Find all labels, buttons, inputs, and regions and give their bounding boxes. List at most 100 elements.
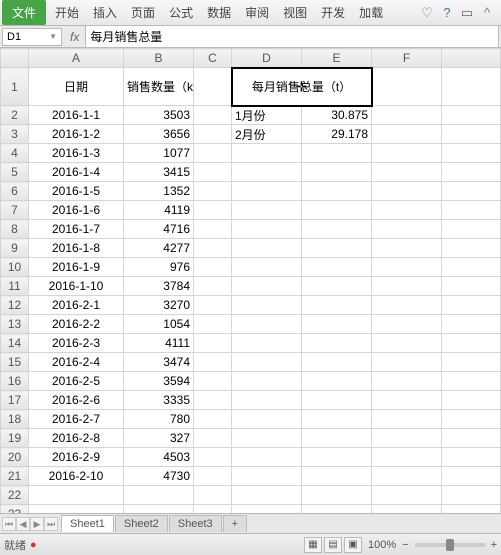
cell[interactable] — [124, 486, 194, 505]
cell[interactable] — [372, 125, 442, 144]
col-header-b[interactable]: B — [124, 49, 194, 68]
cell[interactable] — [232, 315, 302, 334]
cell[interactable] — [372, 315, 442, 334]
cell[interactable] — [232, 505, 302, 514]
cell[interactable] — [302, 239, 372, 258]
cell[interactable] — [29, 505, 124, 514]
cell[interactable] — [372, 296, 442, 315]
cell[interactable] — [372, 258, 442, 277]
chevron-down-icon[interactable]: ▼ — [49, 32, 57, 41]
cell[interactable] — [372, 353, 442, 372]
cell[interactable] — [194, 239, 232, 258]
cell[interactable] — [124, 505, 194, 514]
cell[interactable] — [302, 429, 372, 448]
view-layout-icon[interactable]: ▤ — [324, 537, 342, 553]
name-box[interactable]: D1 ▼ — [2, 28, 62, 46]
menu-review[interactable]: 审阅 — [238, 0, 276, 25]
cell[interactable]: 2016-1-9 — [29, 258, 124, 277]
cell[interactable] — [442, 372, 501, 391]
cell[interactable] — [194, 372, 232, 391]
cell[interactable] — [372, 182, 442, 201]
sheet-tab-2[interactable]: Sheet2 — [115, 515, 168, 532]
col-header-e[interactable]: E — [302, 49, 372, 68]
cell[interactable]: 2016-1-7 — [29, 220, 124, 239]
row-header[interactable]: 21 — [1, 467, 29, 486]
cell[interactable] — [372, 505, 442, 514]
row-header[interactable]: 11 — [1, 277, 29, 296]
zoom-out-icon[interactable]: − — [402, 539, 408, 551]
cell[interactable]: 29.178 — [302, 125, 372, 144]
select-all-corner[interactable] — [1, 49, 29, 68]
menu-dev[interactable]: 开发 — [314, 0, 352, 25]
cell[interactable] — [232, 334, 302, 353]
cell[interactable] — [302, 296, 372, 315]
cell[interactable] — [194, 486, 232, 505]
cell[interactable] — [372, 106, 442, 125]
view-normal-icon[interactable]: ▦ — [304, 537, 322, 553]
cell[interactable] — [232, 353, 302, 372]
cell-b1[interactable]: 销售数量（kg） — [124, 68, 194, 106]
cell[interactable] — [442, 220, 501, 239]
cell[interactable] — [372, 467, 442, 486]
cell[interactable] — [302, 277, 372, 296]
cell[interactable] — [232, 258, 302, 277]
sheet-tab-add[interactable]: + — [223, 515, 247, 532]
cell[interactable] — [372, 144, 442, 163]
tab-last-icon[interactable]: ⏭ — [44, 517, 58, 531]
cell[interactable] — [194, 296, 232, 315]
cell[interactable] — [232, 429, 302, 448]
cell[interactable]: 4716 — [124, 220, 194, 239]
fx-icon[interactable]: fx — [64, 30, 85, 44]
row-header[interactable]: 3 — [1, 125, 29, 144]
menu-view[interactable]: 视图 — [276, 0, 314, 25]
cell[interactable]: 2016-1-4 — [29, 163, 124, 182]
chevron-up-icon[interactable]: ^ — [479, 5, 495, 21]
cell[interactable] — [302, 486, 372, 505]
row-header[interactable]: 15 — [1, 353, 29, 372]
cell[interactable] — [442, 163, 501, 182]
cell[interactable]: 3335 — [124, 391, 194, 410]
cell[interactable]: 3474 — [124, 353, 194, 372]
cell[interactable] — [302, 467, 372, 486]
cell[interactable] — [442, 258, 501, 277]
cell[interactable] — [442, 410, 501, 429]
row-header[interactable]: 4 — [1, 144, 29, 163]
cell[interactable] — [372, 448, 442, 467]
row-header[interactable]: 6 — [1, 182, 29, 201]
cell[interactable] — [194, 201, 232, 220]
cell[interactable]: 2016-2-7 — [29, 410, 124, 429]
cell[interactable] — [194, 391, 232, 410]
row-header[interactable]: 5 — [1, 163, 29, 182]
cell[interactable]: 976 — [124, 258, 194, 277]
cell[interactable]: 2016-2-5 — [29, 372, 124, 391]
cell[interactable]: 4119 — [124, 201, 194, 220]
menu-data[interactable]: 数据 — [200, 0, 238, 25]
col-header-c[interactable]: C — [194, 49, 232, 68]
cell[interactable] — [442, 239, 501, 258]
cell[interactable] — [442, 106, 501, 125]
cell[interactable] — [232, 201, 302, 220]
cell[interactable] — [232, 239, 302, 258]
cell[interactable] — [194, 144, 232, 163]
zoom-in-icon[interactable]: + — [491, 539, 497, 551]
tab-next-icon[interactable]: ▶ — [30, 517, 44, 531]
cell[interactable] — [232, 467, 302, 486]
cell[interactable] — [302, 372, 372, 391]
cell[interactable] — [194, 125, 232, 144]
col-header-blank[interactable] — [442, 49, 501, 68]
cell[interactable]: 2016-1-1 — [29, 106, 124, 125]
cell[interactable] — [442, 296, 501, 315]
cell[interactable] — [442, 353, 501, 372]
cell[interactable] — [194, 353, 232, 372]
cell[interactable] — [442, 315, 501, 334]
cell[interactable] — [442, 486, 501, 505]
cell[interactable]: 3503 — [124, 106, 194, 125]
menu-addon[interactable]: 加载 — [352, 0, 390, 25]
row-header[interactable]: 2 — [1, 106, 29, 125]
cell[interactable] — [372, 334, 442, 353]
cell[interactable]: 4111 — [124, 334, 194, 353]
row-header[interactable]: 17 — [1, 391, 29, 410]
cell[interactable] — [232, 144, 302, 163]
cell[interactable] — [302, 220, 372, 239]
cell[interactable]: 4730 — [124, 467, 194, 486]
